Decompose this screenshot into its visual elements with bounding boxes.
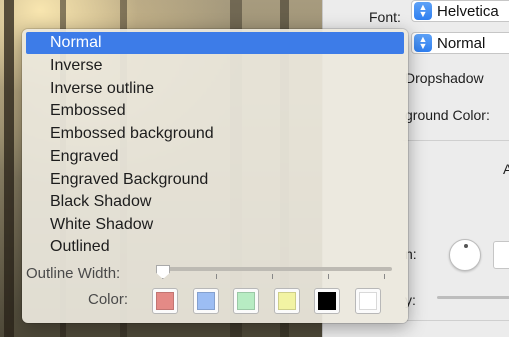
menu-item-embossed-background[interactable]: Embossed background (26, 123, 404, 145)
menu-item-engraved-background[interactable]: Engraved Background (26, 169, 404, 191)
popup-arrows-icon: ▲ ▼ (414, 2, 432, 20)
menu-item-normal[interactable]: Normal (26, 32, 404, 54)
swatch-fill (156, 292, 174, 310)
color-swatch-white[interactable] (355, 288, 381, 314)
color-swatch-yellow[interactable] (274, 288, 300, 314)
background-color-label: ground Color: (405, 107, 490, 123)
color-swatch-red[interactable] (152, 288, 178, 314)
menu-item-outlined[interactable]: Outlined (26, 236, 404, 258)
font-label: Font: (369, 9, 401, 25)
style-popup-value: Normal (437, 34, 486, 52)
menu-item-white-shadow[interactable]: White Shadow (26, 214, 404, 236)
style-popup[interactable]: ▲ ▼ Normal (411, 32, 509, 54)
slider-tick (328, 274, 329, 279)
outline-width-slider[interactable] (156, 267, 392, 271)
text-preview-letter: A (503, 161, 509, 177)
color-swatch-green[interactable] (233, 288, 259, 314)
color-label: Color: (88, 291, 129, 308)
swatch-fill (278, 292, 296, 310)
swatch-fill (237, 292, 255, 310)
swatch-fill (359, 292, 377, 310)
text-style-menu: Normal Inverse Inverse outline Embossed … (22, 29, 408, 323)
swatch-fill (197, 292, 215, 310)
dropshadow-label: Dropshadow (405, 70, 484, 86)
color-swatch-black[interactable] (314, 288, 340, 314)
slider-tick (384, 274, 385, 279)
slider-tick (216, 274, 217, 279)
font-popup[interactable]: ▲ ▼ Helvetica (411, 0, 509, 22)
menu-item-black-shadow[interactable]: Black Shadow (26, 191, 404, 213)
divider (403, 320, 509, 321)
slider-tick (272, 274, 273, 279)
divider (403, 140, 509, 141)
outline-width-label: Outline Width: (26, 265, 121, 282)
popup-arrows-icon: ▲ ▼ (414, 34, 432, 52)
opacity-slider[interactable] (437, 296, 509, 299)
menu-item-engraved[interactable]: Engraved (26, 146, 404, 168)
swatch-fill (318, 292, 336, 310)
menu-item-inverse-outline[interactable]: Inverse outline (26, 78, 404, 100)
menu-item-inverse[interactable]: Inverse (26, 55, 404, 77)
color-swatch-blue[interactable] (193, 288, 219, 314)
outline-width-knob[interactable] (156, 265, 170, 279)
menu-item-embossed[interactable]: Embossed (26, 100, 404, 122)
rotation-field[interactable] (493, 241, 509, 269)
font-popup-value: Helvetica (437, 2, 499, 20)
tree-trunk (4, 0, 14, 337)
rotation-dial[interactable] (449, 239, 481, 271)
